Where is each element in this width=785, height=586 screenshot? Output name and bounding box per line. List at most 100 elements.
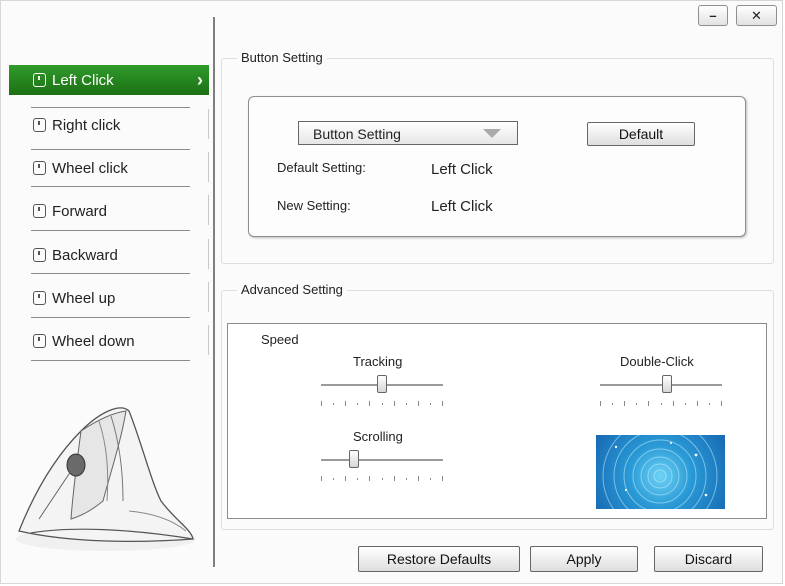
slider-thumb[interactable] — [377, 375, 387, 393]
sidebar-item-right-click[interactable]: Right click — [9, 109, 209, 141]
close-button[interactable]: ✕ — [736, 5, 777, 26]
sidebar-item-forward[interactable]: Forward — [9, 195, 209, 227]
sidebar-item-wheel-up[interactable]: Wheel up — [9, 282, 209, 314]
slider-tick — [382, 478, 383, 480]
sidebar-divider — [31, 230, 190, 231]
slider-tick — [430, 478, 431, 480]
double-click-slider[interactable] — [600, 373, 722, 413]
slider-tick — [661, 403, 662, 405]
new-setting-value: Left Click — [431, 198, 493, 215]
button-setting-title: Button Setting — [237, 50, 327, 65]
mouse-settings-window: – ✕ Left Click › Right click Wheel click… — [0, 0, 783, 584]
scrolling-label: Scrolling — [353, 429, 403, 444]
sidebar-item-label: Forward — [52, 202, 108, 220]
slider-track — [321, 459, 443, 461]
slider-tick — [369, 401, 370, 406]
sidebar-divider — [208, 195, 209, 225]
chevron-down-icon — [483, 129, 501, 138]
slider-tick — [624, 401, 625, 406]
slider-tick — [648, 401, 649, 406]
double-click-label: Double-Click — [620, 354, 694, 369]
slider-tick — [406, 478, 407, 480]
slider-tick — [394, 476, 395, 481]
sidebar-item-backward[interactable]: Backward — [9, 239, 209, 271]
discard-button[interactable]: Discard — [654, 546, 763, 572]
sidebar-item-label: Wheel click — [52, 159, 128, 177]
restore-defaults-button[interactable]: Restore Defaults — [358, 546, 520, 572]
mouse-button-icon — [33, 248, 46, 262]
slider-tick — [321, 476, 322, 481]
slider-track — [600, 384, 722, 386]
slider-tick — [709, 403, 710, 405]
slider-tick — [673, 401, 674, 406]
mouse-button-icon — [33, 161, 46, 175]
sidebar-item-wheel-down[interactable]: Wheel down — [9, 325, 209, 357]
slider-tick — [345, 476, 346, 481]
tracking-slider[interactable] — [321, 373, 443, 413]
slider-tick — [394, 401, 395, 406]
button-setting-dropdown[interactable]: Button Setting — [298, 121, 518, 145]
slider-tick — [612, 403, 613, 405]
sidebar-item-label: Left Click — [52, 71, 114, 89]
slider-tick — [357, 478, 358, 480]
sidebar-item-label: Backward — [52, 246, 118, 264]
mouse-button-icon — [33, 291, 46, 305]
slider-thumb[interactable] — [662, 375, 672, 393]
slider-tick — [369, 476, 370, 481]
dropdown-value: Button Setting — [313, 126, 401, 142]
slider-tick — [418, 401, 419, 406]
sidebar-divider — [208, 152, 209, 182]
chevron-right-icon: › — [197, 70, 203, 90]
sidebar-item-label: Right click — [52, 116, 121, 134]
slider-tick — [697, 401, 698, 406]
double-click-test-area[interactable] — [596, 435, 725, 509]
slider-tick — [333, 478, 334, 480]
slider-tick — [382, 403, 383, 405]
slider-tick — [721, 401, 722, 406]
sidebar-item-left-click[interactable]: Left Click › — [9, 65, 209, 95]
slider-ticks — [321, 476, 443, 482]
ripple-pattern — [602, 435, 718, 509]
slider-tick — [430, 403, 431, 405]
sidebar-divider — [208, 109, 209, 139]
apply-button[interactable]: Apply — [530, 546, 638, 572]
sidebar-divider — [208, 282, 209, 312]
sidebar-separator — [213, 17, 215, 567]
mouse-button-icon — [33, 118, 46, 132]
slider-thumb[interactable] — [349, 450, 359, 468]
slider-tick — [636, 403, 637, 405]
sidebar-divider — [208, 325, 209, 355]
slider-tick — [442, 401, 443, 406]
slider-tick — [345, 401, 346, 406]
speed-label: Speed — [261, 332, 299, 347]
mouse-button-icon — [33, 334, 46, 348]
slider-tick — [685, 403, 686, 405]
sidebar-item-wheel-click[interactable]: Wheel click — [9, 152, 209, 184]
sidebar-divider — [31, 149, 190, 150]
sidebar-divider — [208, 239, 209, 269]
minimize-button[interactable]: – — [698, 5, 728, 26]
slider-tick — [333, 403, 334, 405]
minimize-icon: – — [709, 8, 717, 23]
sidebar-divider — [31, 317, 190, 318]
tracking-label: Tracking — [353, 354, 403, 369]
close-icon: ✕ — [751, 7, 762, 23]
slider-tick — [418, 476, 419, 481]
slider-ticks — [321, 401, 443, 407]
slider-ticks — [600, 401, 722, 407]
sidebar-divider — [31, 186, 190, 187]
advanced-setting-title: Advanced Setting — [237, 282, 347, 297]
sidebar-item-label: Wheel down — [52, 332, 135, 350]
slider-tick — [321, 401, 322, 406]
sidebar-item-label: Wheel up — [52, 289, 116, 307]
slider-tick — [357, 403, 358, 405]
slider-tick — [406, 403, 407, 405]
scrolling-slider[interactable] — [321, 448, 443, 488]
sidebar-divider — [31, 273, 190, 274]
mouse-button-icon — [33, 204, 46, 218]
new-setting-label: New Setting: — [277, 198, 351, 213]
vertical-mouse-illustration — [16, 407, 196, 551]
default-setting-value: Left Click — [431, 161, 493, 178]
default-button[interactable]: Default — [587, 122, 695, 146]
default-setting-label: Default Setting: — [277, 160, 366, 175]
